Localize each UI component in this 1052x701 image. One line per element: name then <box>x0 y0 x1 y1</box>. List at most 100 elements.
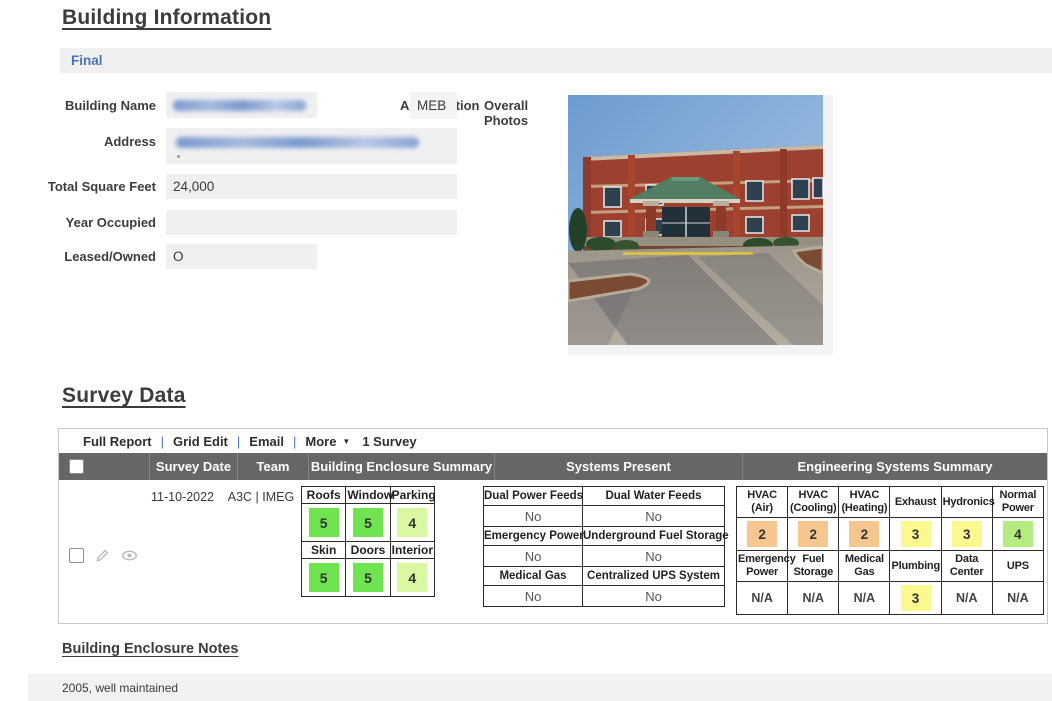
row-checkbox[interactable] <box>69 548 84 563</box>
enclosure-score-skin: 5 <box>309 563 339 592</box>
engineering-value: N/A <box>788 582 839 615</box>
notes-bar: 2005, well maintained <box>28 674 1052 701</box>
engineering-score: 2 <box>798 521 828 547</box>
enclosure-header-parking: Parking <box>390 487 434 504</box>
leased-owned-field[interactable]: O <box>166 244 317 269</box>
leased-owned-value: O <box>173 249 184 264</box>
enclosure-score-interior: 4 <box>397 563 427 592</box>
enclosure-summary-table: Roofs Window Parking 5 5 4 Skin Doors In… <box>301 486 435 597</box>
systems-value: No <box>484 506 583 527</box>
engineering-header: Plumbing <box>890 551 941 582</box>
engineering-header: HVAC (Heating) <box>839 487 890 518</box>
column-header-systems: Systems Present <box>495 453 743 480</box>
systems-present-table: Dual Power Feeds Dual Water Feeds No No … <box>483 486 725 607</box>
enclosure-header-doors: Doors <box>346 542 390 559</box>
engineering-score: 3 <box>952 521 982 547</box>
engineering-value: N/A <box>737 582 788 615</box>
building-name-label: Building Name <box>0 98 156 113</box>
systems-header: Emergency Power <box>484 527 583 546</box>
enclosure-score-window: 5 <box>353 508 383 537</box>
year-occupied-label: Year Occupied <box>0 215 156 230</box>
systems-header: Centralized UPS System <box>583 567 725 586</box>
more-menu-button[interactable]: More <box>305 434 336 449</box>
engineering-value: N/A <box>839 582 890 615</box>
year-occupied-field[interactable] <box>166 210 457 235</box>
enclosure-header-interior: Interior <box>390 542 434 559</box>
overall-photos-container <box>568 95 833 355</box>
engineering-score: 2 <box>747 521 777 547</box>
column-header-engineering: Engineering Systems Summary <box>743 453 1047 480</box>
building-photo[interactable] <box>568 95 823 345</box>
page-title[interactable]: Building Information <box>62 6 271 30</box>
table-row: 11-10-2022 A3C | IMEG Roofs Window Parki… <box>59 480 1047 623</box>
systems-value: No <box>583 506 725 527</box>
systems-header: Dual Water Feeds <box>583 487 725 506</box>
engineering-summary-table: HVAC (Air) HVAC (Cooling) HVAC (Heating)… <box>736 486 1044 615</box>
abbreviation-field[interactable]: MEB <box>410 92 457 119</box>
total-square-feet-field[interactable]: 24,000 <box>166 174 457 199</box>
survey-toolbar: Full Report | Grid Edit | Email | More ▼… <box>59 429 1047 453</box>
select-all-checkbox[interactable] <box>69 459 84 474</box>
address-redacted-value <box>176 137 419 148</box>
engineering-score: 3 <box>901 585 931 611</box>
engineering-value: N/A <box>941 582 992 615</box>
toolbar-separator: | <box>161 434 164 449</box>
building-name-field[interactable] <box>166 92 317 118</box>
chevron-down-icon[interactable]: ▼ <box>342 437 350 446</box>
engineering-value: N/A <box>992 582 1043 615</box>
systems-value: No <box>484 546 583 567</box>
enclosure-header-roofs: Roofs <box>302 487 346 504</box>
systems-header: Underground Fuel Storage <box>583 527 725 546</box>
column-header-survey-date: Survey Date <box>150 453 238 480</box>
abbreviation-value: MEB <box>417 98 446 113</box>
engineering-header: Emergency Power <box>737 551 788 582</box>
systems-value: No <box>583 586 725 607</box>
building-name-redacted-value <box>173 100 306 111</box>
grid-edit-button[interactable]: Grid Edit <box>173 434 228 449</box>
toolbar-separator: | <box>237 434 240 449</box>
enclosure-score-roofs: 5 <box>309 508 339 537</box>
eye-icon[interactable] <box>121 548 138 563</box>
column-header-team: Team <box>238 453 309 480</box>
enclosure-score-doors: 5 <box>353 563 383 592</box>
survey-table: Full Report | Grid Edit | Email | More ▼… <box>58 428 1048 624</box>
systems-value: No <box>583 546 725 567</box>
survey-date-cell: 11-10-2022 <box>139 480 226 623</box>
status-bar: Final <box>60 48 1052 73</box>
systems-header: Dual Power Feeds <box>484 487 583 506</box>
total-square-feet-value: 24,000 <box>173 179 214 194</box>
enclosure-header-window: Window <box>346 487 390 504</box>
survey-data-title[interactable]: Survey Data <box>62 384 186 408</box>
engineering-header: Medical Gas <box>839 551 890 582</box>
enclosure-header-skin: Skin <box>302 542 346 559</box>
engineering-header: Normal Power <box>992 487 1043 518</box>
address-field[interactable] <box>166 128 457 164</box>
overall-photos-label: Overall Photos <box>484 98 560 128</box>
status-label: Final <box>71 53 103 68</box>
notes-text: 2005, well maintained <box>62 681 178 695</box>
survey-count: 1 Survey <box>362 434 416 449</box>
table-header-row: Survey Date Team Building Enclosure Summ… <box>59 453 1047 480</box>
leased-owned-label: Leased/Owned <box>0 249 156 264</box>
column-header-enclosure: Building Enclosure Summary <box>309 453 495 480</box>
enclosure-score-parking: 4 <box>397 508 427 537</box>
engineering-header: HVAC (Cooling) <box>788 487 839 518</box>
full-report-button[interactable]: Full Report <box>83 434 152 449</box>
engineering-score: 3 <box>901 521 931 547</box>
systems-value: No <box>484 586 583 607</box>
engineering-score: 2 <box>849 521 879 547</box>
systems-header: Medical Gas <box>484 567 583 586</box>
engineering-header: Hydronics <box>941 487 992 518</box>
engineering-header: HVAC (Air) <box>737 487 788 518</box>
address-label: Address <box>0 134 156 149</box>
total-square-feet-label: Total Square Feet <box>0 179 156 194</box>
email-button[interactable]: Email <box>249 434 284 449</box>
engineering-header: UPS <box>992 551 1043 582</box>
pencil-icon[interactable] <box>95 548 110 563</box>
toolbar-separator: | <box>293 434 296 449</box>
address-redacted-dot <box>177 155 180 158</box>
engineering-header: Exhaust <box>890 487 941 518</box>
engineering-score: 4 <box>1003 521 1033 547</box>
team-cell: A3C | IMEG <box>226 480 296 623</box>
building-enclosure-notes-title[interactable]: Building Enclosure Notes <box>62 641 238 657</box>
